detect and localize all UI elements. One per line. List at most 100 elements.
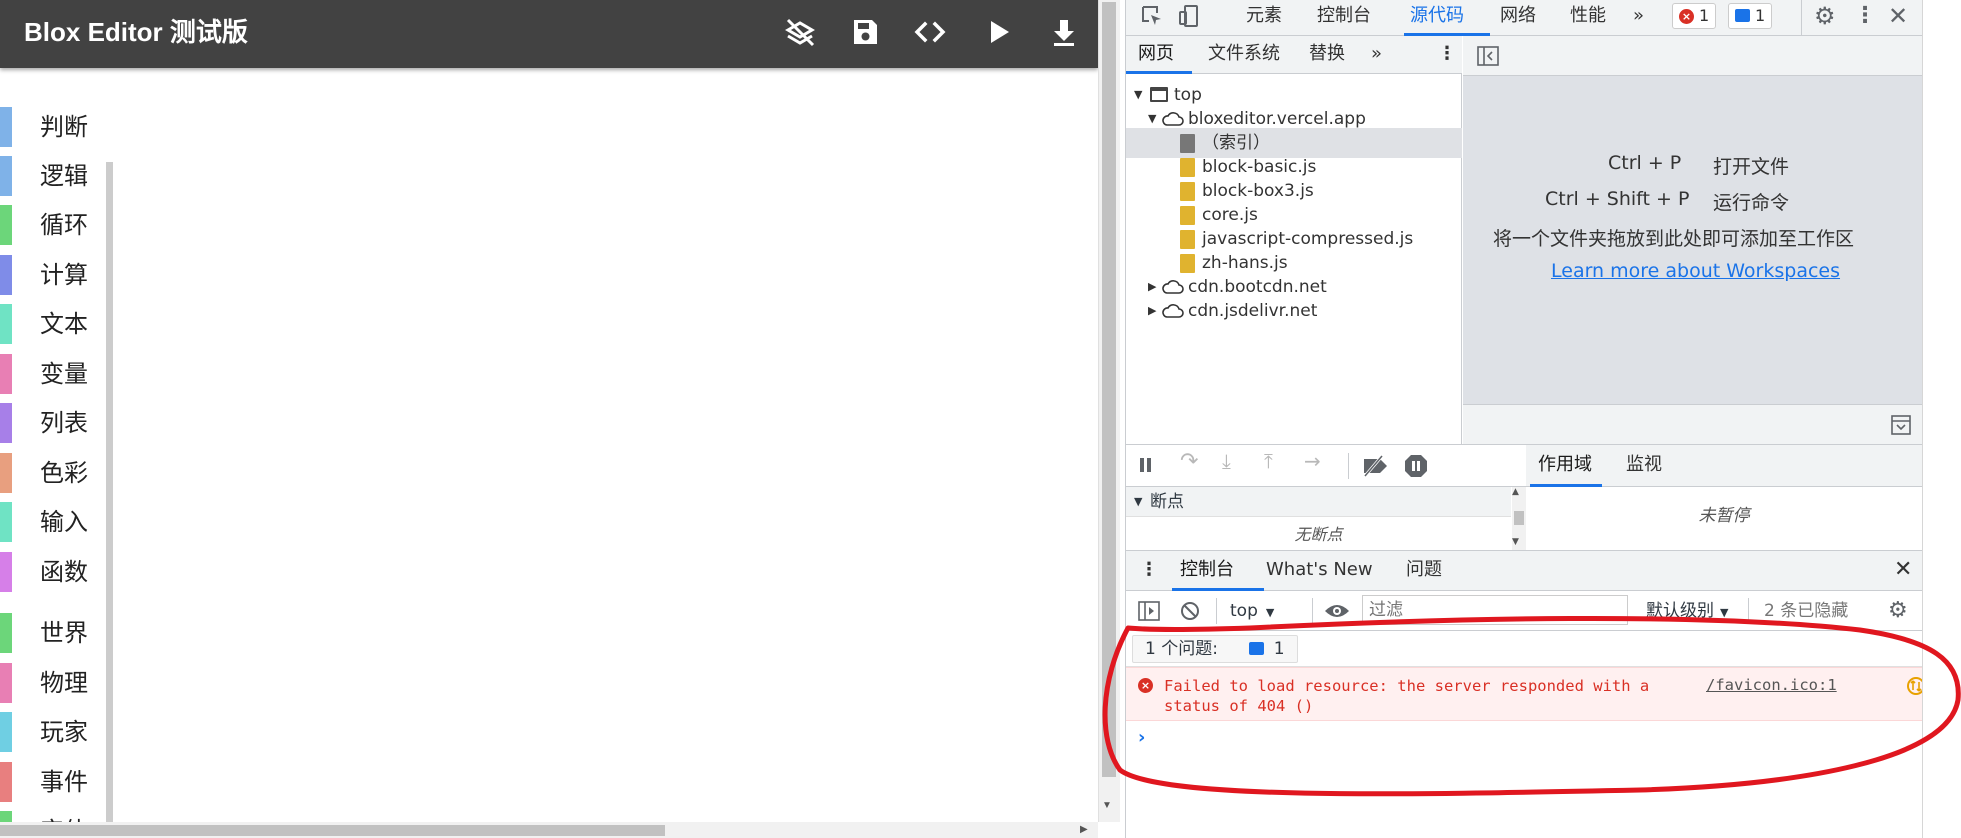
cloud-icon — [1162, 304, 1184, 318]
pause-on-exceptions-icon[interactable] — [1404, 454, 1428, 478]
tab-watch[interactable]: 监视 — [1626, 445, 1662, 485]
scroll-right-arrow-icon[interactable]: ▶ — [1080, 822, 1088, 838]
not-paused-text: 未暂停 — [1698, 506, 1750, 526]
console-error-message: × Failed to load resource: the server re… — [1126, 667, 1925, 721]
tab-issues[interactable]: 问题 — [1406, 551, 1442, 589]
learn-more-workspaces-link[interactable]: Learn more about Workspaces — [1551, 260, 1840, 282]
category-item[interactable]: 计算 — [0, 251, 108, 295]
live-expression-eye-icon[interactable] — [1324, 602, 1350, 620]
console-prompt[interactable]: › — [1138, 727, 1145, 748]
tab-scope[interactable]: 作用域 — [1538, 445, 1592, 485]
debugger-sidebar: ↷ ⤓ ⤒ → ▼ 断点 无断点 ▲ ▼ — [1126, 445, 1526, 551]
scope-tabs: 作用域 监视 — [1526, 445, 1922, 487]
collapsed-triangle-icon[interactable]: ▶ — [1148, 296, 1156, 326]
category-item[interactable]: 世界 — [0, 609, 108, 653]
divider — [1348, 453, 1349, 479]
kebab-menu-icon[interactable]: ⋮ — [1438, 36, 1456, 72]
sources-navigator: 网页 文件系统 替换 » ⋮ ▼ top ▼ bloxeditor.vercel… — [1126, 36, 1462, 444]
code-icon[interactable] — [910, 12, 950, 52]
tab-elements[interactable]: 元素 — [1246, 0, 1282, 32]
breakpoints-section-header[interactable]: ▼ 断点 — [1126, 487, 1511, 517]
drawer-menu-icon[interactable]: ⋮ — [1140, 551, 1158, 589]
device-toolbar-icon[interactable] — [1178, 4, 1202, 28]
tree-item-domain[interactable]: ▶ cdn.jsdelivr.net — [1126, 296, 1462, 326]
vertical-scroll-thumb[interactable] — [1102, 2, 1116, 777]
scroll-thumb[interactable] — [1514, 511, 1524, 525]
step-out-icon[interactable]: ⤒ — [1264, 449, 1273, 473]
category-item[interactable]: 函数 — [0, 548, 108, 592]
devtools-panel: 元素 控制台 源代码 网络 性能 » × 1 1 ⚙ ⋮ ✕ 网页 文件系统 替换… — [1126, 0, 1925, 838]
error-source-link[interactable]: /favicon.ico:1 — [1706, 676, 1837, 694]
step-icon[interactable]: → — [1304, 449, 1321, 473]
tab-network[interactable]: 网络 — [1500, 0, 1536, 32]
category-label: 玩家 — [40, 718, 88, 746]
horizontal-scroll-thumb[interactable] — [0, 825, 665, 836]
tab-sources[interactable]: 源代码 — [1410, 0, 1464, 32]
category-color-swatch — [0, 762, 12, 802]
tab-drawer-console[interactable]: 控制台 — [1180, 551, 1234, 589]
category-item[interactable]: 色彩 — [0, 449, 108, 493]
issues-link[interactable]: 1 个问题: 1 — [1132, 635, 1298, 663]
category-item[interactable]: 判断 — [0, 103, 108, 147]
category-color-swatch — [0, 354, 12, 394]
toggle-navigator-icon[interactable] — [1477, 46, 1499, 66]
pause-icon[interactable] — [1140, 458, 1144, 472]
category-item[interactable]: 输入 — [0, 498, 108, 542]
divider — [1801, 0, 1805, 36]
category-item[interactable]: 循环 — [0, 201, 108, 245]
cloud-icon — [1162, 280, 1184, 294]
scroll-down-arrow-icon[interactable]: ▼ — [1512, 537, 1519, 547]
save-icon[interactable] — [845, 12, 885, 52]
tab-page[interactable]: 网页 — [1138, 36, 1174, 72]
deactivate-breakpoints-icon[interactable] — [1360, 455, 1390, 477]
toggle-debugger-icon[interactable] — [1891, 415, 1911, 435]
download-icon[interactable] — [1044, 12, 1084, 52]
tab-whats-new[interactable]: What's New — [1266, 551, 1373, 589]
category-item[interactable]: 列表 — [0, 399, 108, 443]
category-item[interactable]: 逻辑 — [0, 152, 108, 196]
category-item[interactable]: 文本 — [0, 300, 108, 344]
inspect-element-icon[interactable] — [1140, 4, 1164, 28]
expand-triangle-icon[interactable]: ▼ — [1134, 487, 1142, 517]
settings-gear-icon[interactable]: ⚙ — [1814, 0, 1836, 32]
category-label: 列表 — [40, 409, 88, 437]
hidden-count-text: 2 条已隐藏 — [1764, 601, 1849, 621]
category-item[interactable]: 变量 — [0, 350, 108, 394]
tab-filesystem[interactable]: 文件系统 — [1208, 36, 1280, 72]
close-drawer-icon[interactable]: ✕ — [1894, 551, 1912, 589]
scroll-up-arrow-icon[interactable]: ▲ — [1512, 487, 1519, 497]
message-count: 1 — [1755, 6, 1766, 25]
more-tabs-button[interactable]: » — [1633, 0, 1644, 32]
tab-console[interactable]: 控制台 — [1317, 0, 1371, 32]
layers-off-icon[interactable] — [780, 12, 820, 52]
step-into-icon[interactable]: ⤓ — [1222, 449, 1231, 473]
console-filter-input[interactable] — [1362, 595, 1628, 625]
toolbox-scrollbar[interactable] — [106, 162, 113, 838]
log-level-dropdown[interactable]: 默认级别 ▼ — [1646, 591, 1728, 633]
more-navigator-tabs-button[interactable]: » — [1371, 36, 1382, 72]
error-count: 1 — [1699, 6, 1710, 25]
error-count-badge[interactable]: × 1 — [1672, 3, 1717, 29]
category-label: 世界 — [40, 619, 88, 647]
pause-icon[interactable] — [1147, 458, 1151, 472]
close-devtools-icon[interactable]: ✕ — [1888, 0, 1908, 32]
show-sidebar-icon[interactable] — [1138, 601, 1160, 621]
category-label: 变量 — [40, 360, 88, 388]
kebab-menu-icon[interactable]: ⋮ — [1854, 0, 1876, 32]
debugger-panel: ↷ ⤓ ⤒ → ▼ 断点 无断点 ▲ ▼ 作用域 监视 未暂停 — [1126, 444, 1922, 551]
clear-console-icon[interactable] — [1180, 601, 1200, 621]
step-over-icon[interactable]: ↷ — [1180, 449, 1198, 474]
breakpoints-title: 断点 — [1150, 492, 1184, 512]
category-item[interactable]: 玩家 — [0, 708, 108, 752]
message-count-badge[interactable]: 1 — [1728, 3, 1773, 29]
category-item[interactable]: 物理 — [0, 659, 108, 703]
scroll-down-arrow-icon[interactable]: ▼ — [1102, 800, 1112, 811]
category-item[interactable]: 事件 — [0, 758, 108, 802]
tab-performance[interactable]: 性能 — [1570, 0, 1606, 32]
tab-overrides[interactable]: 替换 — [1309, 36, 1345, 72]
console-settings-gear-icon[interactable]: ⚙ — [1888, 591, 1908, 631]
debugger-sidebar-scrollbar[interactable]: ▲ ▼ — [1512, 487, 1526, 551]
category-label: 计算 — [40, 261, 88, 289]
run-icon[interactable] — [978, 12, 1018, 52]
context-selector[interactable]: top ▼ — [1230, 591, 1274, 633]
